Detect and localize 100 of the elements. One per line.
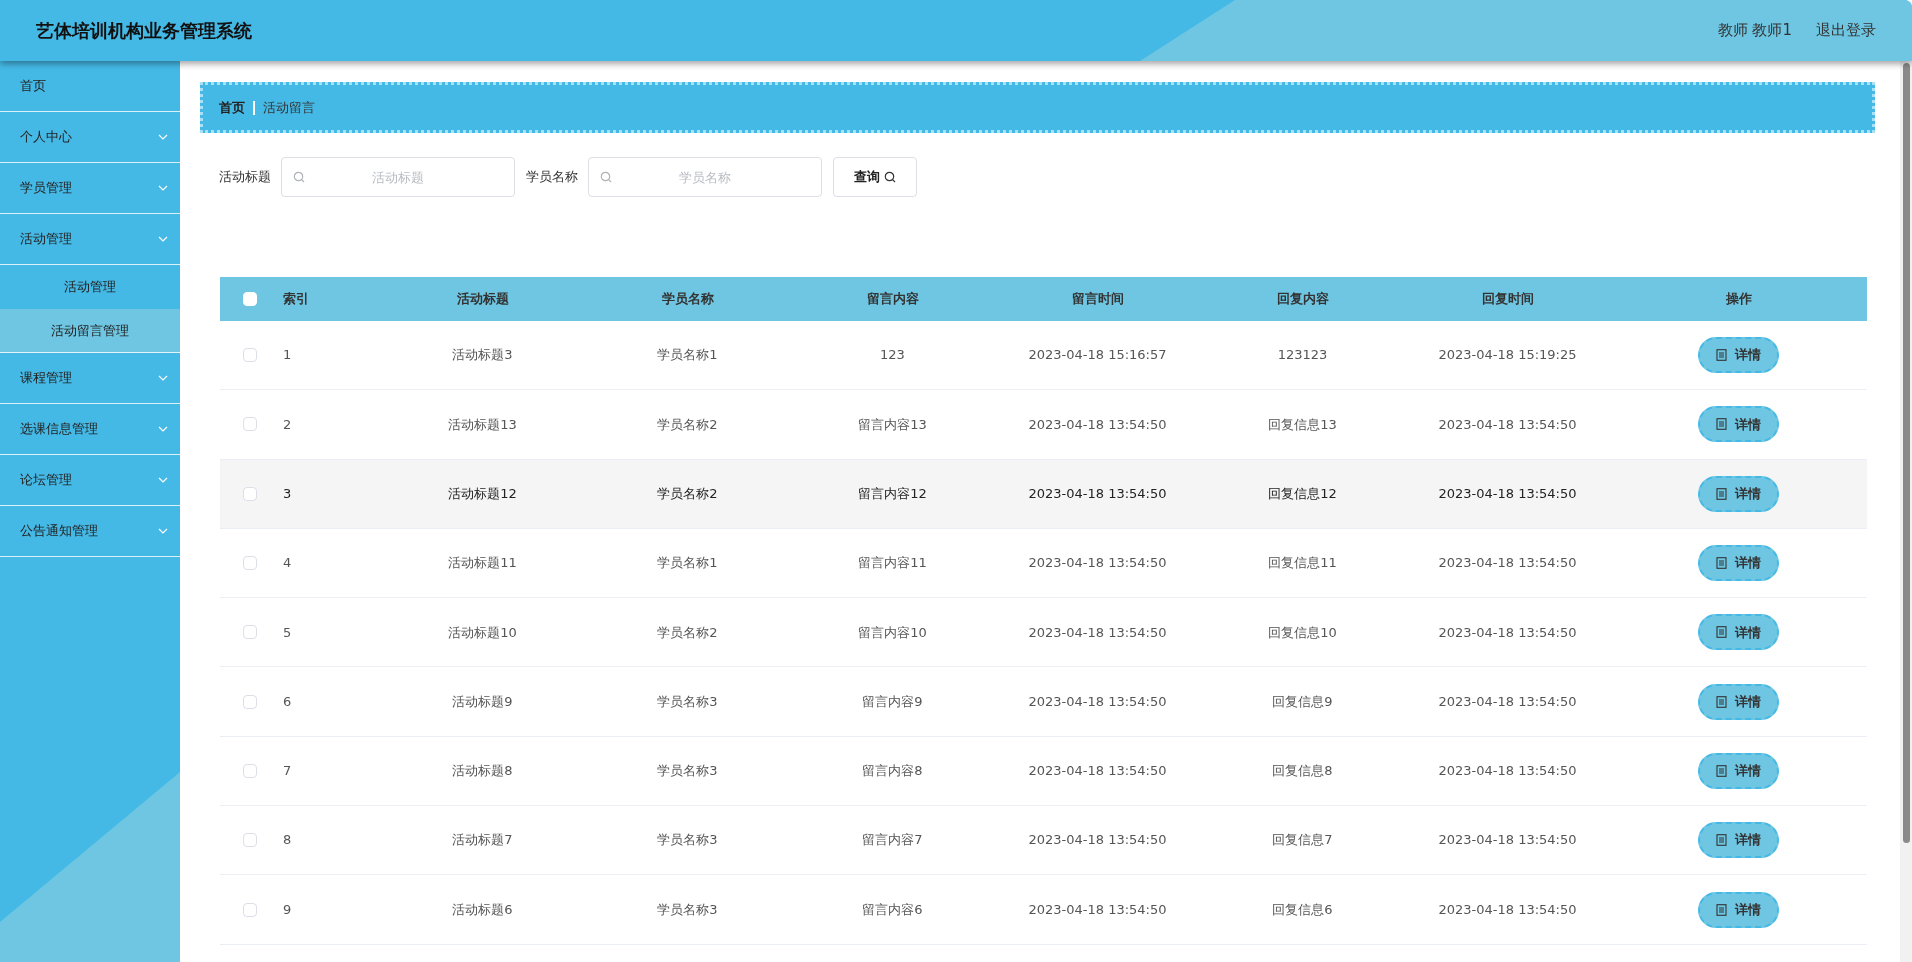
- detail-button[interactable]: 详情: [1698, 752, 1779, 789]
- checkbox[interactable]: [243, 486, 257, 501]
- table-cell: 留言内容9: [862, 693, 923, 709]
- table-cell: 2023-04-18 13:54:50: [1028, 832, 1167, 848]
- column-header: 操作: [1725, 291, 1752, 307]
- table-cell: 学员名称3: [657, 763, 718, 779]
- table-cell: 活动标题7: [452, 832, 513, 848]
- logout-link[interactable]: 退出登录: [1816, 19, 1876, 42]
- detail-button[interactable]: 详情: [1698, 475, 1779, 512]
- table-cell: 活动标题8: [452, 763, 513, 779]
- table-cell: 1: [283, 347, 292, 363]
- document-icon: [1716, 834, 1727, 847]
- document-icon: [1716, 764, 1727, 777]
- table-cell: 2023-04-18 13:54:50: [1028, 486, 1167, 501]
- table-cell: 活动标题3: [452, 347, 513, 363]
- query-button[interactable]: 查询: [833, 157, 917, 197]
- table-cell: 留言内容13: [858, 416, 927, 432]
- table-cell: 学员名称1: [657, 347, 718, 363]
- checkbox[interactable]: [243, 417, 257, 432]
- checkbox[interactable]: [243, 625, 257, 640]
- table-cell: 留言内容7: [862, 832, 923, 848]
- detail-button[interactable]: 详情: [1698, 891, 1779, 928]
- table-cell: 回复信息11: [1268, 555, 1337, 571]
- submenu-item[interactable]: 活动留言管理: [0, 309, 180, 353]
- column-header: 留言内容: [866, 291, 919, 307]
- checkbox[interactable]: [243, 833, 257, 848]
- table-cell: 学员名称3: [657, 901, 718, 917]
- document-icon: [1716, 349, 1727, 362]
- table-cell: 回复信息13: [1268, 416, 1337, 432]
- document-icon: [1716, 695, 1727, 708]
- table-cell: 2023-04-18 13:54:50: [1438, 901, 1577, 917]
- document-icon: [1716, 557, 1727, 570]
- table-cell: 留言内容12: [858, 486, 927, 501]
- table-cell: 2023-04-18 13:54:50: [1438, 555, 1577, 571]
- detail-button[interactable]: 详情: [1698, 822, 1779, 859]
- app-title: 艺体培训机构业务管理系统: [36, 19, 252, 43]
- table-cell: 留言内容10: [858, 624, 927, 640]
- menu-item[interactable]: 首页: [0, 61, 180, 112]
- document-icon: [1716, 418, 1727, 431]
- table-cell: 2023-04-18 15:16:57: [1028, 347, 1167, 363]
- table-cell: 2023-04-18 13:54:50: [1438, 486, 1577, 501]
- checkbox[interactable]: [243, 348, 257, 363]
- table-cell: 2023-04-18 13:54:50: [1028, 624, 1167, 640]
- breadcrumb-home[interactable]: 首页: [219, 97, 245, 118]
- document-icon: [1716, 487, 1727, 500]
- chevron-down-icon: [158, 185, 168, 191]
- detail-button[interactable]: 详情: [1698, 545, 1779, 582]
- table-cell: 2: [283, 416, 292, 432]
- checkbox[interactable]: [243, 556, 257, 571]
- menu-item[interactable]: 选课信息管理: [0, 404, 180, 455]
- table-cell: 留言内容8: [862, 763, 923, 779]
- chevron-down-icon: [158, 236, 168, 242]
- table-cell: 学员名称2: [657, 486, 718, 501]
- search-field[interactable]: 学员名称: [588, 157, 822, 197]
- field-label: 活动标题: [219, 168, 271, 187]
- scrollbar[interactable]: [1900, 61, 1912, 962]
- checkbox[interactable]: [243, 763, 257, 778]
- checkbox[interactable]: [243, 902, 257, 917]
- detail-button[interactable]: 详情: [1698, 683, 1779, 720]
- table-cell: 活动标题10: [448, 624, 517, 640]
- menu-item[interactable]: 学员管理: [0, 163, 180, 214]
- table-cell: 学员名称2: [657, 416, 718, 432]
- search-icon: [884, 171, 896, 183]
- table-cell: 回复信息9: [1272, 693, 1333, 709]
- table-cell: 7: [283, 763, 292, 779]
- table-cell: 2023-04-18 13:54:50: [1438, 693, 1577, 709]
- table-cell: 123: [880, 347, 905, 363]
- search-icon: [293, 171, 305, 183]
- table-cell: 2023-04-18 13:54:50: [1028, 763, 1167, 779]
- field-label: 学员名称: [526, 168, 578, 187]
- table-cell: 2023-04-18 13:54:50: [1438, 624, 1577, 640]
- search-icon: [600, 171, 612, 183]
- search-field[interactable]: 活动标题: [281, 157, 515, 197]
- table-cell: 5: [283, 624, 292, 640]
- table-cell: 8: [283, 832, 292, 848]
- table-cell: 回复信息8: [1272, 763, 1333, 779]
- column-header: 索引: [283, 291, 309, 307]
- table-cell: 2023-04-18 13:54:50: [1438, 832, 1577, 848]
- table-cell: 2023-04-18 13:54:50: [1028, 416, 1167, 432]
- column-header: 活动标题: [456, 291, 509, 307]
- menu-item[interactable]: 论坛管理: [0, 455, 180, 506]
- menu-item[interactable]: 课程管理: [0, 353, 180, 404]
- detail-button[interactable]: 详情: [1698, 406, 1779, 443]
- document-icon: [1716, 903, 1727, 916]
- table-cell: 2023-04-18 15:19:25: [1438, 347, 1577, 363]
- column-header: 留言时间: [1071, 291, 1124, 307]
- detail-button[interactable]: 详情: [1698, 337, 1779, 374]
- menu-item[interactable]: 个人中心: [0, 112, 180, 163]
- table-cell: 学员名称3: [657, 832, 718, 848]
- menu-item[interactable]: 公告通知管理: [0, 506, 180, 557]
- table-cell: 2023-04-18 13:54:50: [1028, 555, 1167, 571]
- table-cell: 活动标题13: [448, 416, 517, 432]
- table-cell: 活动标题12: [448, 486, 517, 501]
- table-cell: 6: [283, 693, 292, 709]
- table-cell: 活动标题11: [448, 555, 517, 571]
- table-cell: 活动标题6: [452, 901, 513, 917]
- table-cell: 2023-04-18 13:54:50: [1438, 416, 1577, 432]
- highlighted-row[interactable]: 3 活动标题12 学员名称2 留言内容12 2023-04-18 13:54:50 回复信息12 2023-04-18 13:54:50 详情: [220, 459, 1867, 529]
- checkbox[interactable]: [243, 694, 257, 709]
- detail-button[interactable]: 详情: [1698, 614, 1779, 651]
